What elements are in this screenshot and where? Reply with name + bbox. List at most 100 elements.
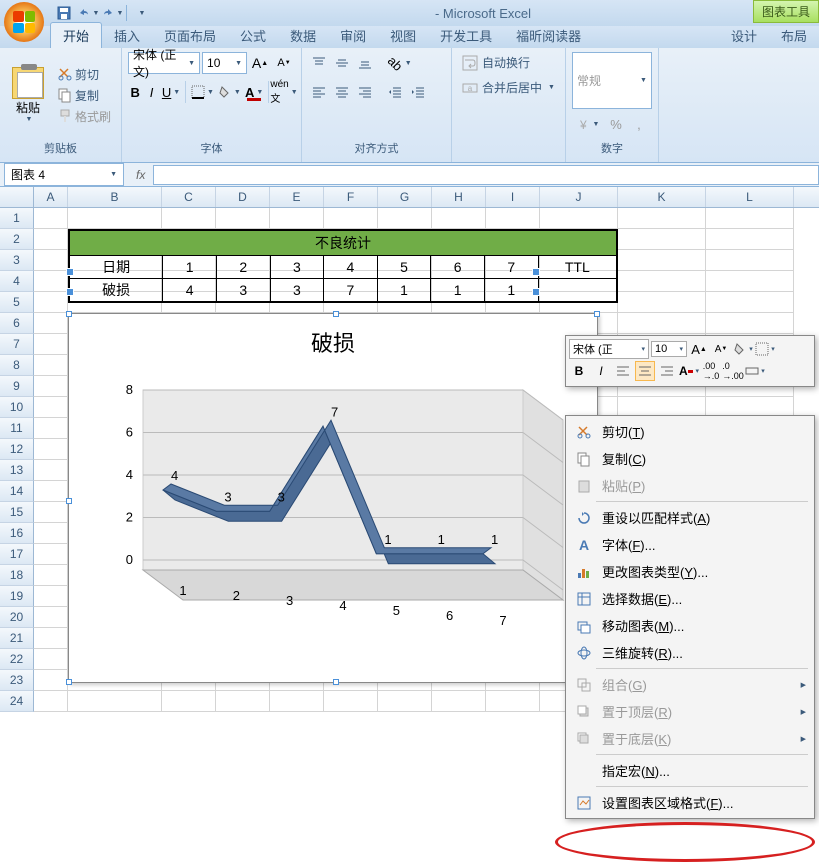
row-header[interactable]: 20: [0, 607, 34, 628]
column-header[interactable]: A: [34, 187, 68, 207]
bold-button[interactable]: B: [128, 81, 142, 103]
column-header[interactable]: B: [68, 187, 162, 207]
copy-button[interactable]: 复制: [54, 86, 115, 105]
align-bottom-button[interactable]: [354, 52, 376, 74]
selection-handle[interactable]: [66, 288, 74, 296]
ctx-move-chart[interactable]: 移动图表(M)...: [568, 612, 812, 639]
qat-customize-icon[interactable]: ▼: [131, 3, 151, 23]
row-header[interactable]: 18: [0, 565, 34, 586]
tab-home[interactable]: 开始: [50, 22, 102, 48]
mini-shrink-font[interactable]: A▼: [711, 339, 731, 359]
column-header[interactable]: C: [162, 187, 216, 207]
phonetic-button[interactable]: wén文▼: [273, 81, 295, 103]
column-header[interactable]: E: [270, 187, 324, 207]
mini-align-right[interactable]: [657, 361, 677, 381]
orientation-button[interactable]: ab▼: [384, 52, 416, 74]
row-header[interactable]: 2: [0, 229, 34, 250]
accounting-button[interactable]: ¥▼: [572, 113, 604, 135]
row-header[interactable]: 11: [0, 418, 34, 439]
mini-decrease-decimal[interactable]: .00→.0: [701, 361, 721, 381]
undo-icon[interactable]: ▼: [78, 3, 98, 23]
ctx-format-chart-area[interactable]: 设置图表区域格式(F)...: [568, 789, 812, 816]
row-header[interactable]: 19: [0, 586, 34, 607]
mini-bold[interactable]: B: [569, 361, 589, 381]
border-button[interactable]: ▼: [190, 81, 215, 103]
row-header[interactable]: 12: [0, 439, 34, 460]
tab-view[interactable]: 视图: [378, 23, 428, 48]
ctx-assign-macro[interactable]: 指定宏(N)...: [568, 757, 812, 784]
column-header[interactable]: F: [324, 187, 378, 207]
align-middle-button[interactable]: [331, 52, 353, 74]
row-header[interactable]: 5: [0, 292, 34, 313]
formula-input[interactable]: [153, 165, 819, 185]
row-header[interactable]: 23: [0, 670, 34, 691]
select-all-corner[interactable]: [0, 187, 34, 207]
chart-handle[interactable]: [66, 311, 72, 317]
mini-merge[interactable]: ▾: [745, 361, 765, 381]
column-header[interactable]: J: [540, 187, 618, 207]
row-header[interactable]: 7: [0, 334, 34, 355]
row-header[interactable]: 8: [0, 355, 34, 376]
column-header[interactable]: D: [216, 187, 270, 207]
office-button[interactable]: [4, 2, 44, 42]
selection-handle[interactable]: [532, 268, 540, 276]
row-header[interactable]: 1: [0, 208, 34, 229]
row-header[interactable]: 13: [0, 460, 34, 481]
save-icon[interactable]: [54, 3, 74, 23]
fx-icon[interactable]: fx: [128, 168, 153, 182]
shrink-font-button[interactable]: A▼: [273, 52, 295, 74]
percent-button[interactable]: %: [605, 113, 627, 135]
row-header[interactable]: 4: [0, 271, 34, 292]
mini-fill-color[interactable]: ▾: [733, 339, 753, 359]
ctx-3d-rotation[interactable]: 三维旋转(R)...: [568, 639, 812, 666]
column-header[interactable]: K: [618, 187, 706, 207]
embedded-chart[interactable]: 破损 0246843371111234567: [68, 313, 598, 683]
ctx-copy[interactable]: 复制(C): [568, 445, 812, 472]
mini-italic[interactable]: I: [591, 361, 611, 381]
align-right-button[interactable]: [354, 81, 376, 103]
underline-button[interactable]: U▼: [161, 81, 182, 103]
mini-font-combo[interactable]: 宋体 (正▾: [569, 339, 649, 359]
mini-align-center[interactable]: [635, 361, 655, 381]
ctx-font[interactable]: A字体(F)...: [568, 531, 812, 558]
ctx-change-chart-type[interactable]: 更改图表类型(Y)...: [568, 558, 812, 585]
italic-button[interactable]: I: [144, 81, 158, 103]
font-size-combo[interactable]: 10▼: [202, 52, 247, 74]
chart-handle[interactable]: [594, 311, 600, 317]
align-top-button[interactable]: [308, 52, 330, 74]
number-format-combo[interactable]: 常规▼: [572, 52, 652, 109]
selection-handle[interactable]: [532, 288, 540, 296]
mini-increase-decimal[interactable]: .0→.00: [723, 361, 743, 381]
format-painter-button[interactable]: 格式刷: [54, 107, 115, 126]
increase-indent-button[interactable]: [407, 81, 429, 103]
chart-title[interactable]: 破损: [69, 314, 597, 370]
align-center-button[interactable]: [331, 81, 353, 103]
column-header[interactable]: G: [378, 187, 432, 207]
row-header[interactable]: 14: [0, 481, 34, 502]
row-header[interactable]: 16: [0, 523, 34, 544]
mini-align-left[interactable]: [613, 361, 633, 381]
row-header[interactable]: 17: [0, 544, 34, 565]
ctx-select-data[interactable]: 选择数据(E)...: [568, 585, 812, 612]
column-header[interactable]: I: [486, 187, 540, 207]
row-header[interactable]: 9: [0, 376, 34, 397]
name-box[interactable]: 图表 4▼: [4, 163, 124, 186]
mini-font-color[interactable]: A▾: [679, 361, 699, 381]
row-header[interactable]: 3: [0, 250, 34, 271]
selection-handle[interactable]: [66, 268, 74, 276]
cut-button[interactable]: 剪切: [54, 65, 115, 84]
chart-plot-area[interactable]: 0246843371111234567: [93, 370, 573, 630]
row-header[interactable]: 24: [0, 691, 34, 712]
column-header[interactable]: H: [432, 187, 486, 207]
ctx-cut[interactable]: 剪切(T): [568, 418, 812, 445]
column-header[interactable]: L: [706, 187, 794, 207]
font-color-button[interactable]: A▼: [244, 81, 265, 103]
tab-page-layout[interactable]: 页面布局: [152, 23, 228, 48]
tab-developer[interactable]: 开发工具: [428, 23, 504, 48]
tab-formulas[interactable]: 公式: [228, 23, 278, 48]
tab-data[interactable]: 数据: [278, 23, 328, 48]
tab-foxit[interactable]: 福昕阅读器: [504, 23, 593, 48]
mini-grow-font[interactable]: A▲: [689, 339, 709, 359]
row-header[interactable]: 22: [0, 649, 34, 670]
align-left-button[interactable]: [308, 81, 330, 103]
